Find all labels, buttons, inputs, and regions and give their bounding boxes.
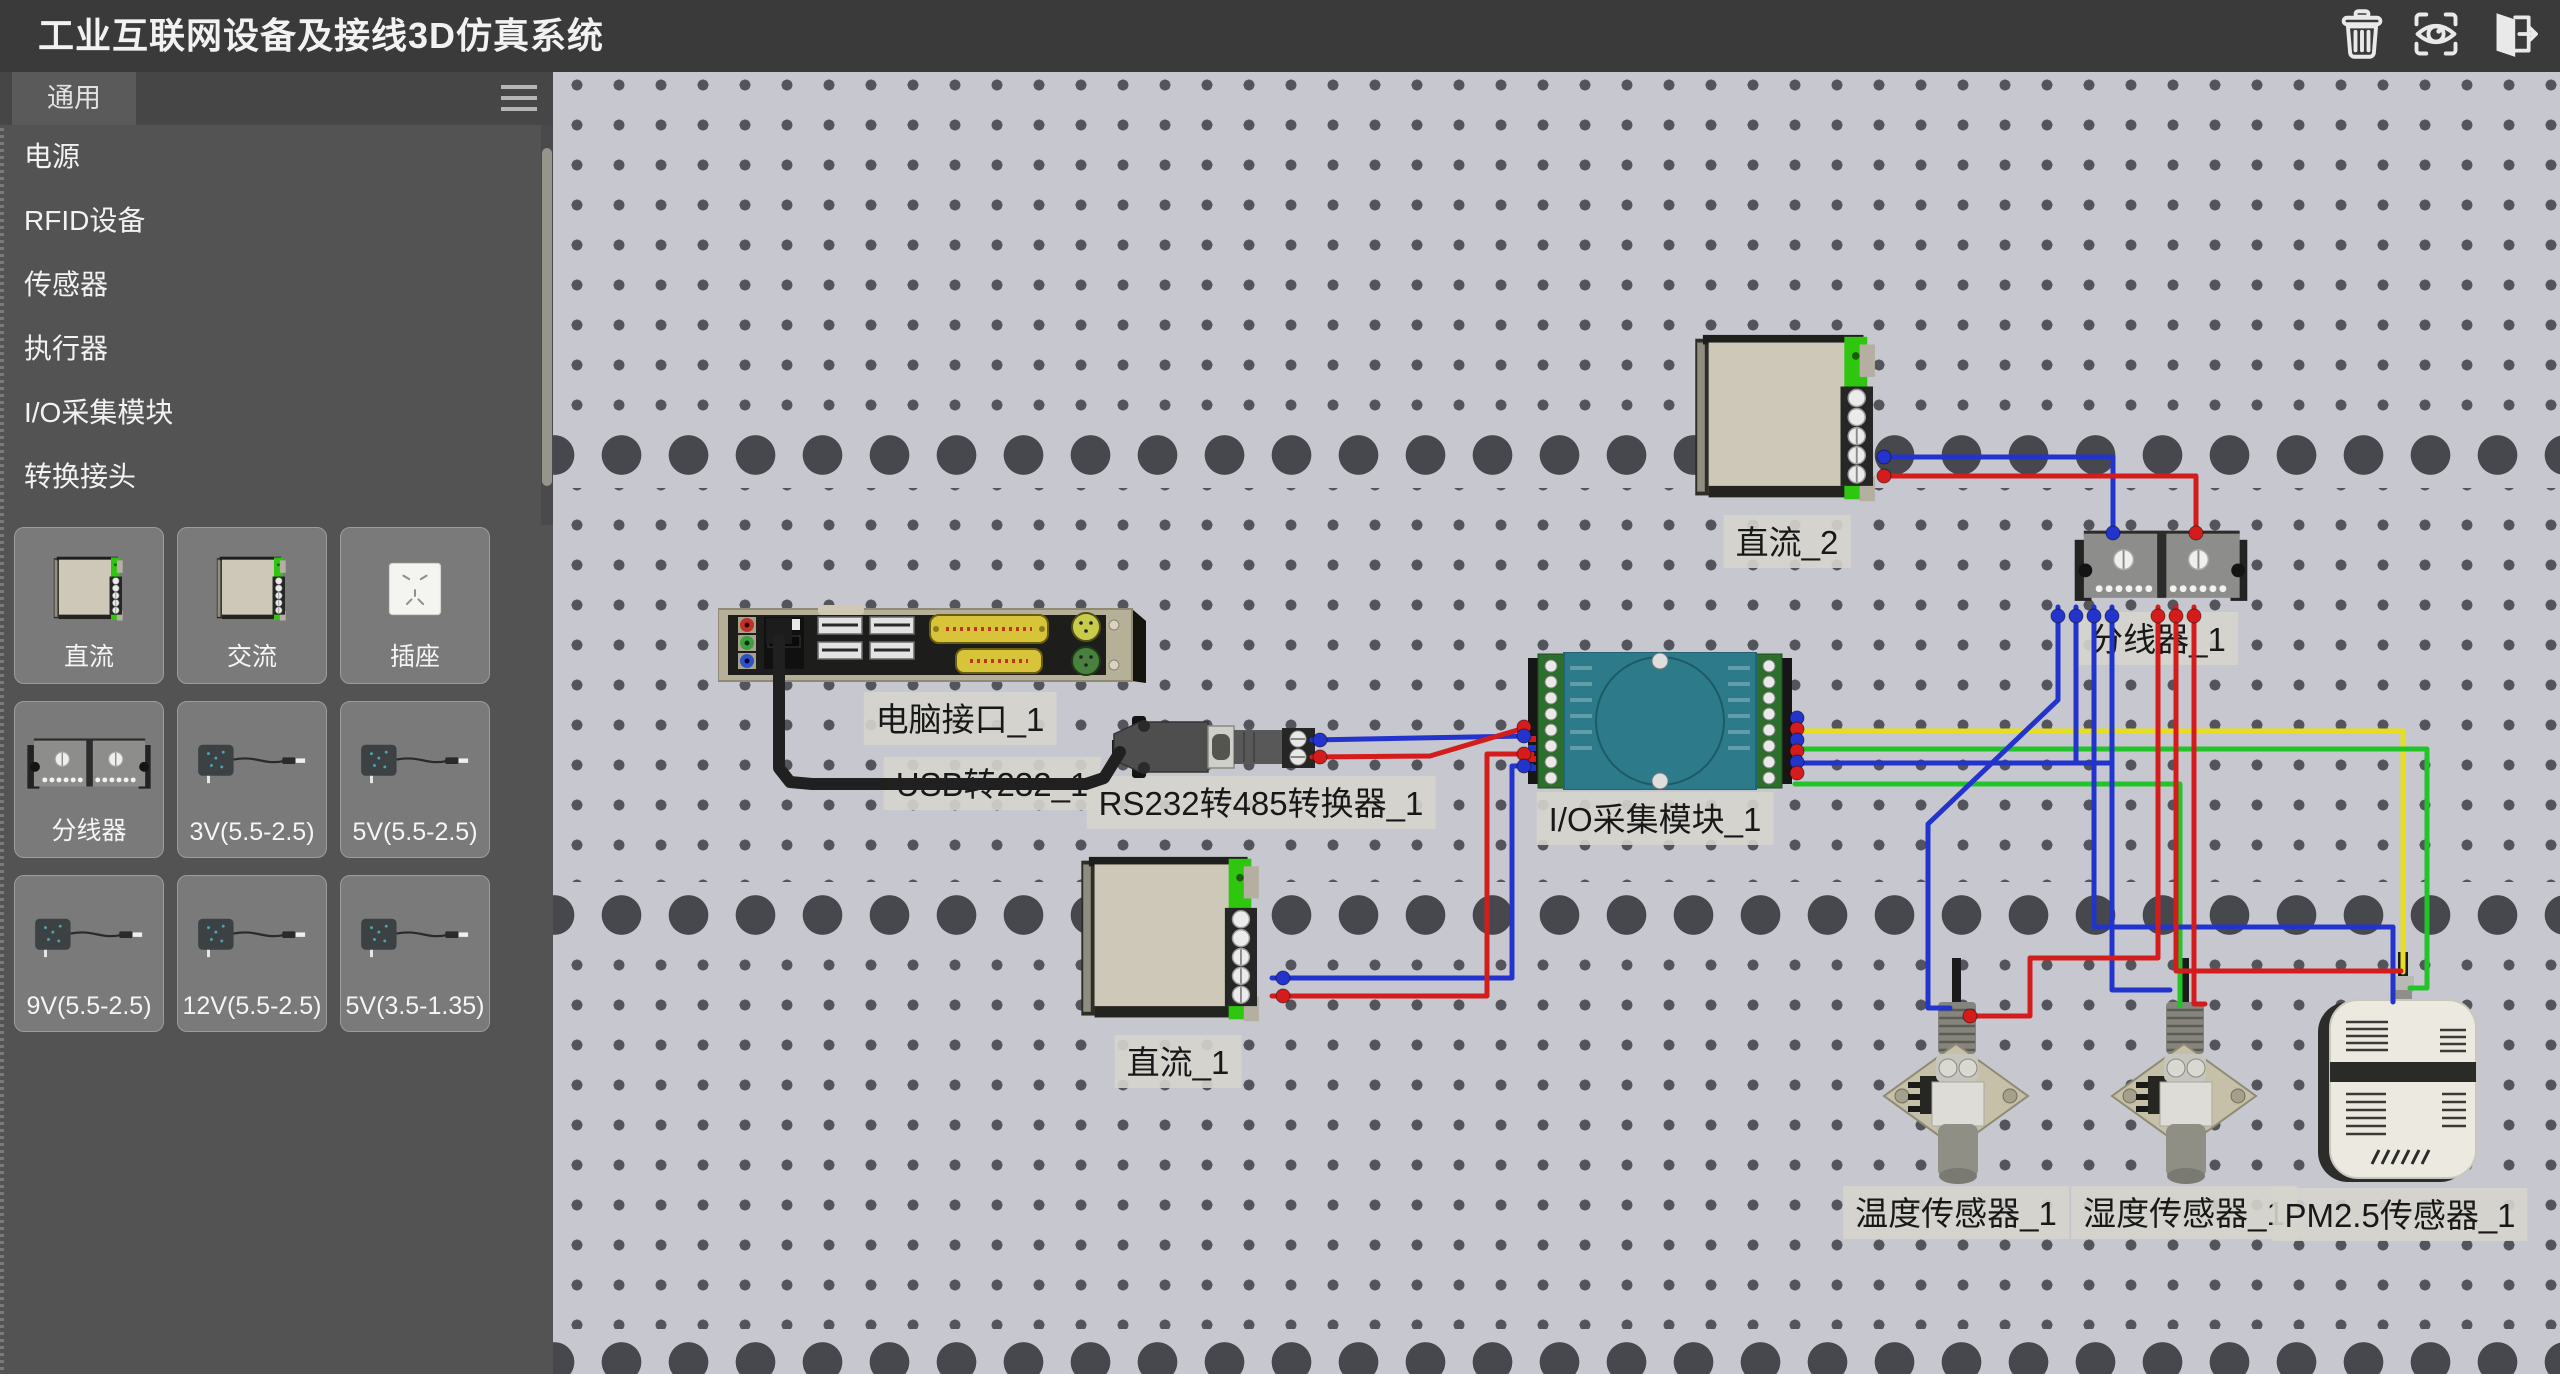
header-actions (2334, 8, 2538, 64)
connector-dot (2051, 609, 2065, 623)
wire-blue (1888, 457, 2113, 535)
connector-dot (1276, 971, 1290, 985)
device-rs232-485-converter[interactable] (1112, 716, 1315, 778)
delete-button[interactable] (2334, 8, 2390, 64)
trash-icon (2336, 8, 2388, 65)
eye-icon (2410, 8, 2462, 65)
connector-dot (2105, 609, 2119, 623)
connector-dot (2069, 609, 2083, 623)
connector-dot (2106, 526, 2120, 540)
connector-dot (1517, 729, 1531, 743)
menu-item-power[interactable]: 电源 (0, 125, 540, 189)
wire-blue (2094, 607, 2393, 1002)
connector-dot (2189, 526, 2203, 540)
splitter-icon (26, 733, 152, 793)
simulation-canvas[interactable]: 直流_2 电脑接口_1 USB转232_1 RS232转485转换器_1 I/O… (553, 72, 2560, 1374)
connector-dot (1963, 1009, 1977, 1023)
device-pm25-sensor[interactable] (2318, 952, 2476, 1182)
device-palette-sidebar: 通用 电源 RFID设备 传感器 执行器 I/O采集模块 转换接头 直流 交流 … (0, 72, 553, 1374)
device-dc-power-2[interactable] (1695, 335, 1875, 501)
preview-button[interactable] (2408, 8, 2464, 64)
sidebar-scrollbar-thumb[interactable] (542, 148, 552, 486)
menu-item-rfid[interactable]: RFID设备 (0, 189, 540, 253)
power-adapter-icon (26, 907, 152, 966)
device-tile-grid: 直流 交流 插座 分线器 3V(5.5-2.5) 5V(5.5-2.5) 9V(… (14, 527, 492, 1032)
wire-red (2194, 607, 2205, 1004)
power-adapter-icon (352, 733, 478, 792)
palette-item-dc[interactable]: 直流 (14, 527, 164, 684)
socket-icon (386, 560, 444, 618)
tab-general[interactable]: 通用 (12, 72, 136, 125)
connector-dot (2087, 609, 2101, 623)
wire-red (2176, 607, 2401, 971)
wire-red (1272, 754, 1532, 996)
wire-blue (2112, 607, 2170, 990)
connector-dot (1877, 450, 1891, 464)
menu-item-converter[interactable]: 转换接头 (0, 445, 540, 509)
connector-dot (2169, 609, 2183, 623)
power-adapter-icon (189, 733, 315, 792)
connector-dot (2187, 609, 2201, 623)
wire-blue (1272, 766, 1532, 978)
power-adapter-icon (352, 907, 478, 966)
wire-red (1888, 476, 2196, 535)
palette-item-12v[interactable]: 12V(5.5-2.5) (177, 875, 327, 1032)
connector-dot (1313, 750, 1327, 764)
connector-dot (1276, 989, 1290, 1003)
palette-item-splitter[interactable]: 分线器 (14, 701, 164, 858)
palette-tabstrip: 通用 (0, 72, 553, 125)
title-bar: 工业互联网设备及接线3D仿真系统 (0, 0, 2560, 72)
connector-dot (1790, 766, 1804, 780)
menu-item-sensor[interactable]: 传感器 (0, 253, 540, 317)
connector-dot (1313, 733, 1327, 747)
power-adapter-icon (189, 907, 315, 966)
exit-button[interactable] (2482, 8, 2538, 64)
device-temperature-sensor[interactable] (1884, 958, 2028, 1184)
palette-item-5v-small[interactable]: 5V(3.5-1.35) (340, 875, 490, 1032)
wire-blue (1928, 607, 2058, 1008)
exit-icon (2482, 8, 2538, 65)
app-title: 工业互联网设备及接线3D仿真系统 (38, 0, 604, 72)
wire-red (1970, 607, 2158, 1016)
menu-icon[interactable] (501, 85, 537, 113)
device-io-module[interactable] (1528, 652, 1792, 790)
connector-dot (1877, 469, 1891, 483)
device-splitter[interactable] (2075, 531, 2248, 601)
device-dc-power-1[interactable] (1081, 857, 1259, 1021)
connector-dot (1517, 759, 1531, 773)
category-menu: 电源 RFID设备 传感器 执行器 I/O采集模块 转换接头 (0, 125, 540, 509)
wire-green (1795, 784, 2180, 1006)
palette-item-9v[interactable]: 9V(5.5-2.5) (14, 875, 164, 1032)
connector-dot (2151, 609, 2165, 623)
ac-power-icon (215, 556, 289, 622)
menu-item-actuator[interactable]: 执行器 (0, 317, 540, 381)
palette-item-5v[interactable]: 5V(5.5-2.5) (340, 701, 490, 858)
palette-item-3v[interactable]: 3V(5.5-2.5) (177, 701, 327, 858)
wire-yellow (1795, 731, 2403, 972)
palette-item-ac[interactable]: 交流 (177, 527, 327, 684)
palette-item-socket[interactable]: 插座 (340, 527, 490, 684)
dc-power-icon (52, 556, 126, 622)
menu-item-io-module[interactable]: I/O采集模块 (0, 381, 540, 445)
